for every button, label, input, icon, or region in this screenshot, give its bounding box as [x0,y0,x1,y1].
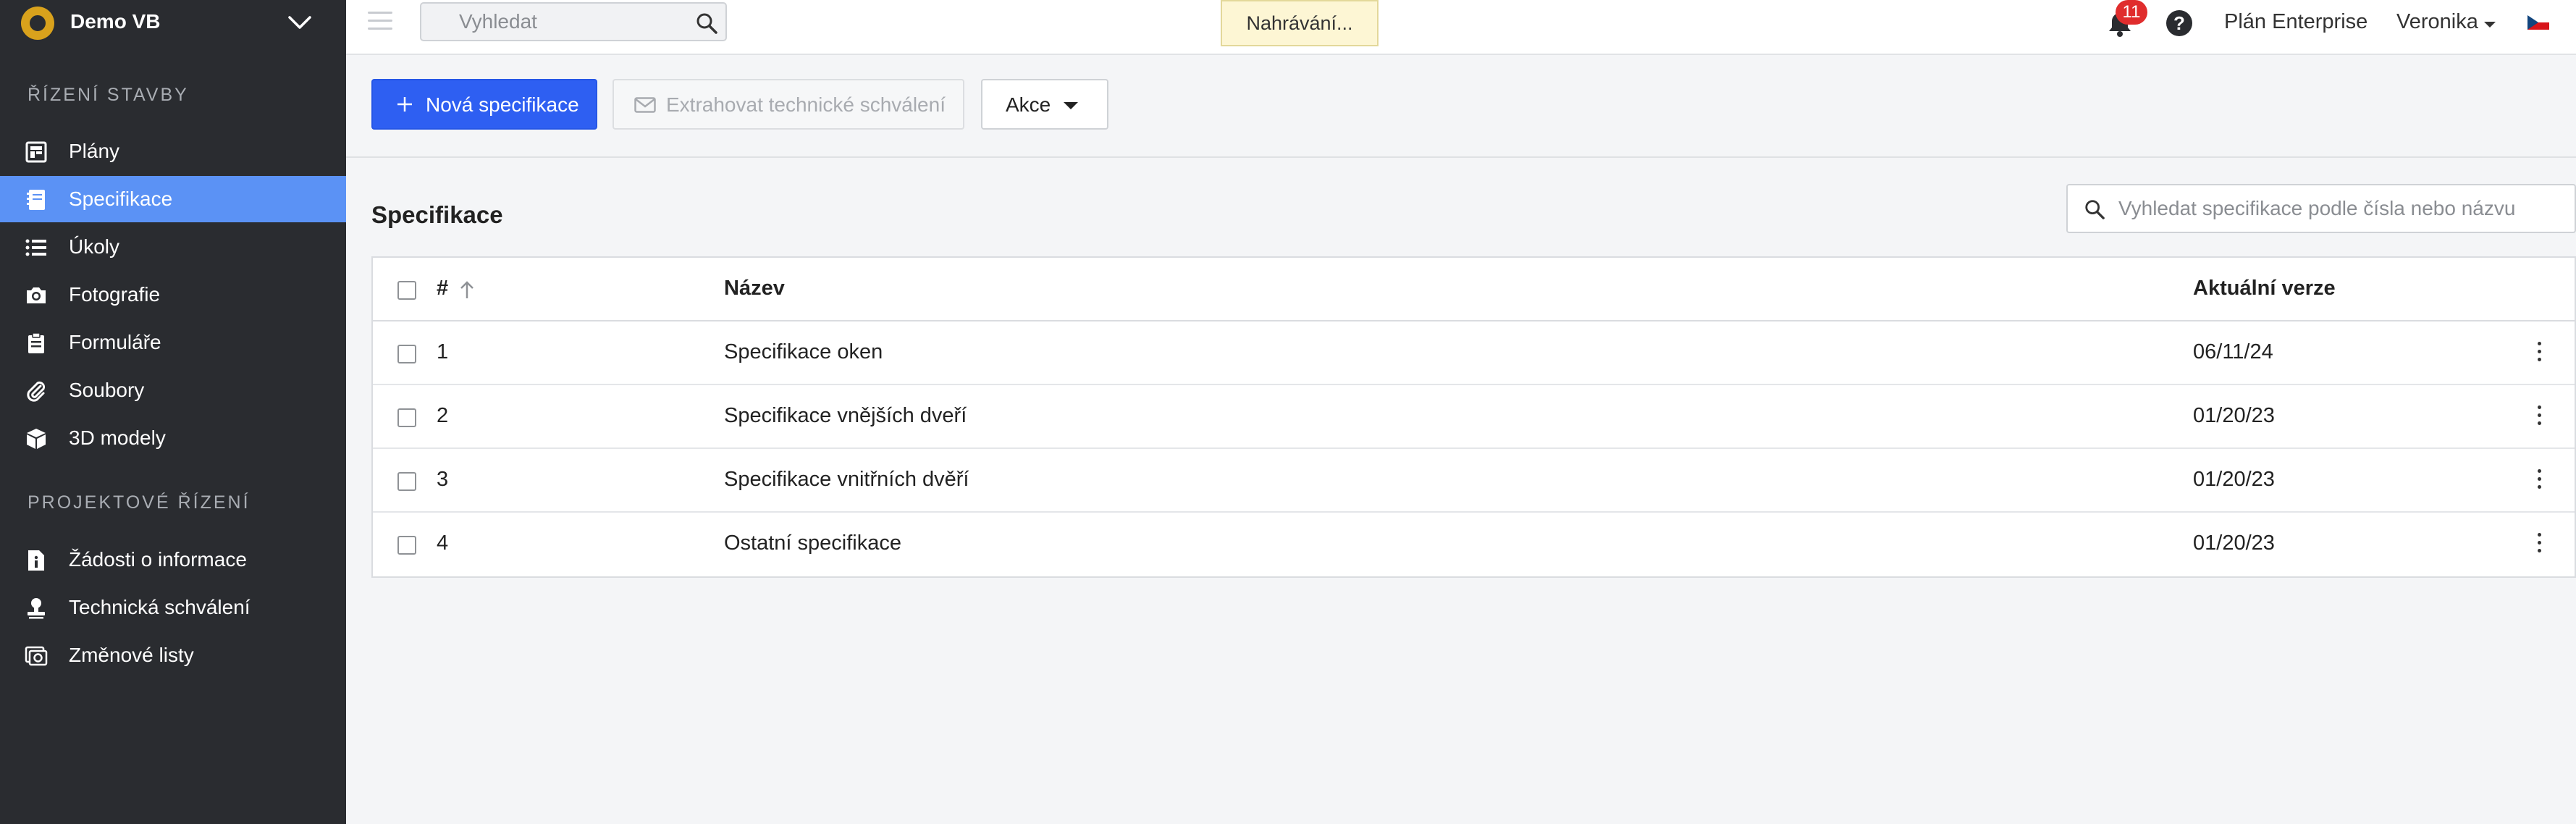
section-title-construction: ŘÍZENÍ STAVBY [28,85,189,105]
table-row[interactable]: 1 Specifikace oken 06/11/24 [373,321,2575,385]
more-options-icon[interactable] [2535,469,2543,492]
camera-icon [27,287,46,303]
plans-icon [25,141,47,163]
notification-count-badge: 11 [2116,0,2147,25]
sidebar-item-submittals[interactable]: Technická schválení [0,584,346,631]
list-icon [25,239,46,256]
cube-icon [27,429,46,449]
new-specification-button[interactable]: Nová specifikace [371,79,597,130]
sidebar-item-3d-models[interactable]: 3D modely [0,415,346,461]
sidebar-item-label: Fotografie [69,283,161,306]
row-number: 4 [437,531,449,555]
column-header-version[interactable]: Aktuální verze [2193,277,2336,300]
row-name[interactable]: Ostatní specifikace [724,531,901,555]
hamburger-menu-icon[interactable] [368,12,392,32]
search-icon[interactable] [695,12,718,35]
page-title: Specifikace [371,201,503,228]
mail-icon [634,97,656,113]
clipboard-icon [28,332,44,353]
row-name[interactable]: Specifikace oken [724,340,883,364]
sidebar-item-forms[interactable]: Formuláře [0,319,346,366]
table-row[interactable]: 2 Specifikace vnějších dveří 01/20/23 [373,385,2575,449]
extract-submittal-label: Extrahovat technické schválení [666,93,946,116]
plus-icon [397,97,412,112]
column-header-number[interactable]: # [437,277,448,300]
global-search[interactable] [420,2,727,41]
sidebar-item-files[interactable]: Soubory [0,367,346,413]
sidebar-item-label: Soubory [69,379,145,401]
section-title-project: PROJEKTOVÉ ŘÍZENÍ [28,492,251,513]
row-number: 1 [437,340,449,363]
specification-search-input[interactable] [2118,193,2567,224]
row-number: 3 [437,468,449,491]
stamp-icon [28,598,45,619]
caret-down-icon[interactable] [2484,22,2496,28]
sidebar-item-rfi[interactable]: Žádosti o informace [0,537,346,583]
sidebar-item-label: Technická schválení [69,596,251,618]
more-options-icon[interactable] [2535,405,2543,429]
chevron-down-icon[interactable] [287,12,313,33]
row-checkbox[interactable] [397,472,416,491]
project-name: Demo VB [70,10,161,33]
actions-dropdown[interactable]: Akce [981,79,1108,130]
row-version: 01/20/23 [2193,468,2275,491]
select-all-checkbox[interactable] [397,281,416,300]
new-specification-label: Nová specifikace [426,93,579,116]
row-version: 01/20/23 [2193,531,2275,555]
actions-label: Akce [1006,93,1051,116]
sidebar-item-label: Specifikace [69,188,173,210]
sidebar-item-photos[interactable]: Fotografie [0,272,346,318]
sidebar-item-tasks[interactable]: Úkoly [0,224,346,270]
table-header: # Název Aktuální verze [373,258,2575,321]
search-icon [2085,200,2105,219]
row-checkbox[interactable] [397,408,416,427]
more-options-icon[interactable] [2535,342,2543,365]
row-version: 01/20/23 [2193,404,2275,427]
info-document-icon [28,550,44,571]
sidebar-item-label: Formuláře [69,331,161,353]
czech-flag-icon[interactable] [2527,15,2549,30]
row-checkbox[interactable] [397,536,416,555]
specifications-table: # Název Aktuální verze 1 Specifikace oke… [371,256,2576,578]
project-switcher[interactable]: Demo VB [0,0,346,48]
sidebar-item-label: Žádosti o informace [69,548,247,571]
sidebar: Demo VB ŘÍZENÍ STAVBY Plány Specifikace … [0,0,346,824]
sidebar-item-label: Plány [69,140,120,162]
row-name[interactable]: Specifikace vnějších dveří [724,404,967,428]
user-menu[interactable]: Veronika [2396,10,2478,34]
top-bar: Nahrávání... 11 ? Plán Enterprise Veroni… [346,0,2576,55]
sidebar-item-label: Úkoly [69,235,120,258]
row-version: 06/11/24 [2193,340,2273,363]
loading-indicator: Nahrávání... [1221,0,1379,46]
more-options-icon[interactable] [2535,533,2543,556]
plan-link[interactable]: Plán Enterprise [2224,10,2367,34]
table-row[interactable]: 3 Specifikace vnitřních dvěří 01/20/23 [373,449,2575,513]
toolbar: Nová specifikace Extrahovat technické sc… [346,55,2576,158]
sidebar-item-label: 3D modely [69,426,166,449]
row-checkbox[interactable] [397,345,416,363]
specifications-icon [27,190,45,210]
project-logo-icon [21,7,54,40]
sidebar-item-specifications[interactable]: Specifikace [0,176,346,222]
paperclip-icon [27,381,46,402]
column-header-name[interactable]: Název [724,277,785,300]
sort-ascending-icon[interactable] [458,279,476,300]
sidebar-item-label: Změnové listy [69,644,194,666]
caret-down-icon [1064,102,1078,109]
row-name[interactable]: Specifikace vnitřních dvěří [724,468,969,492]
sidebar-item-change-orders[interactable]: Změnové listy [0,632,346,678]
help-icon[interactable]: ? [2166,10,2192,36]
global-search-input[interactable] [423,5,683,38]
table-row[interactable]: 4 Ostatní specifikace 01/20/23 [373,513,2575,576]
specification-search[interactable] [2066,184,2576,233]
change-order-icon [25,646,48,666]
row-number: 2 [437,404,449,427]
extract-submittal-button[interactable]: Extrahovat technické schválení [613,79,964,130]
sidebar-item-plans[interactable]: Plány [0,128,346,175]
